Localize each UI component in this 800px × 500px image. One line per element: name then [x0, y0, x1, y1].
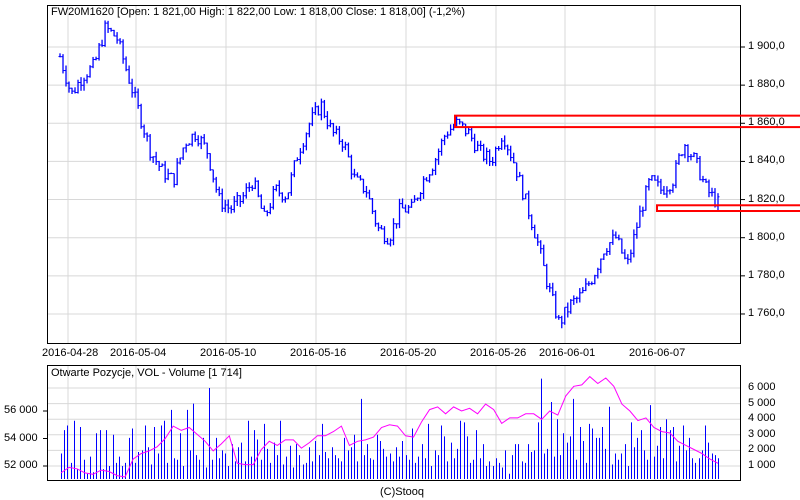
oi-tick-label: 56 000	[4, 404, 38, 416]
x-tick-label: 2016-05-26	[470, 347, 527, 359]
volume-tick-label: 4 000	[748, 412, 776, 425]
volume-tick-label: 2 000	[748, 443, 776, 456]
y-tick-label: 1 860,0	[748, 116, 785, 129]
x-tick-label: 2016-05-10	[200, 347, 257, 359]
open-interest-line	[60, 375, 719, 478]
y-tick-label: 1 900,0	[748, 40, 785, 52]
main-chart-title: FW20M1620 [Open: 1 821,00 High: 1 822,00…	[51, 6, 465, 18]
x-tick-label: 2016-06-07	[629, 347, 686, 359]
x-tick-label: 2016-05-20	[380, 347, 437, 359]
x-tick-label: 2016-05-04	[110, 347, 167, 359]
volume-tick-label: 6 000	[748, 381, 776, 393]
volume-tick-label: 1 000	[748, 459, 776, 471]
y-tick-label: 1 880,0	[748, 78, 785, 91]
oi-tick-label: 52 000	[4, 459, 38, 471]
main-panel-frame	[47, 5, 741, 344]
y-tick-label: 1 780,0	[748, 268, 785, 281]
y-tick-label: 1 800,0	[748, 230, 785, 243]
stock-chart	[43, 5, 800, 481]
support-zone	[656, 204, 800, 213]
volume-tick-label: 3 000	[748, 427, 776, 440]
y-tick-label: 1 820,0	[748, 192, 785, 205]
y-tick-label: 1 760,0	[748, 306, 785, 319]
footer-credit: (C)Stooq	[380, 486, 425, 498]
x-tick-label: 2016-04-28	[42, 347, 99, 359]
volume-tick-label: 5 000	[748, 396, 776, 409]
volume-panel-title: Otwarte Pozycje, VOL - Volume [1 714]	[51, 367, 242, 379]
y-tick-label: 1 840,0	[748, 154, 785, 167]
x-tick-label: 2016-06-01	[539, 347, 596, 359]
oi-tick-label: 54 000	[4, 431, 38, 444]
x-tick-label: 2016-05-16	[290, 347, 347, 359]
